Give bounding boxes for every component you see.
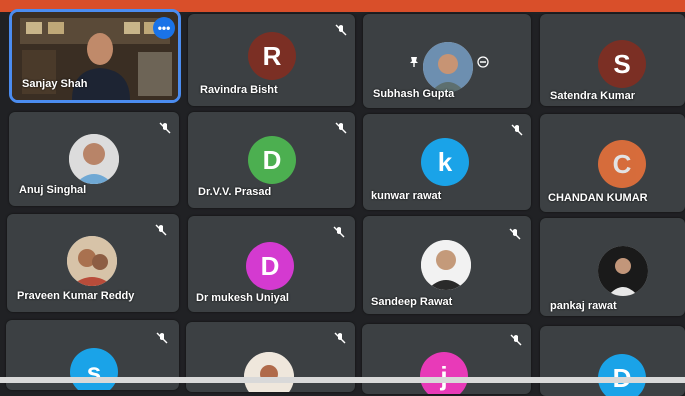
participant-photo [69, 134, 119, 184]
participant-avatar: R [248, 32, 296, 80]
participant-name: Sanjay Shah [22, 78, 88, 90]
mic-off-icon [335, 122, 347, 134]
participant-grid: ••• Sanjay Shah R Ravindra Bisht Subhash… [0, 9, 685, 396]
participant-name: Subhash Gupta [373, 88, 455, 100]
participant-name: Dr.V.V. Prasad [198, 186, 272, 198]
participant-avatar: s [70, 348, 118, 390]
participant-name: pankaj rawat [550, 300, 617, 312]
remove-icon[interactable] [477, 56, 489, 68]
participant-name: Praveen Kumar Reddy [17, 290, 135, 302]
participant-name: Satendra Kumar [550, 90, 635, 102]
participant-name: Dr mukesh Uniyal [196, 292, 289, 304]
participant-tile-anuj-singhal[interactable]: Anuj Singhal [9, 112, 179, 206]
participant-photo [67, 236, 117, 286]
participant-tile-sandeep-rawat[interactable]: Sandeep Rawat [363, 216, 531, 314]
participant-name: Anuj Singhal [19, 184, 87, 196]
bottom-strip [0, 377, 685, 383]
mic-off-icon [333, 226, 345, 238]
participant-tile-chandan-kumar[interactable]: C CHANDAN KUMAR [540, 114, 685, 212]
participant-avatar: D [248, 136, 296, 184]
participant-name: Ravindra Bisht [200, 84, 278, 96]
participant-tile-kunwar-rawat[interactable]: k kunwar rawat [363, 114, 531, 210]
participant-tile-j[interactable]: j [362, 324, 531, 394]
participant-tile-dr-mukesh-uniyal[interactable]: D Dr mukesh Uniyal [188, 216, 355, 312]
participant-tile-satendra-kumar[interactable]: S Satendra Kumar [540, 14, 685, 106]
participant-tile-d[interactable]: D [540, 326, 685, 396]
participant-tile-praveen-kumar-reddy[interactable]: Praveen Kumar Reddy [7, 214, 179, 312]
participant-avatar: D [246, 242, 294, 290]
mic-off-icon [510, 334, 522, 346]
more-options-icon[interactable]: ••• [153, 17, 175, 39]
participant-photo [598, 246, 648, 296]
participant-avatar: C [598, 140, 646, 188]
participant-tile-subhash-gupta[interactable]: Subhash Gupta [363, 14, 531, 108]
participant-avatar: D [598, 354, 646, 396]
mic-off-icon [334, 332, 346, 344]
participant-photo [421, 240, 471, 290]
participant-name: Sandeep Rawat [371, 296, 453, 308]
participant-avatar: S [598, 40, 646, 88]
mic-off-icon [155, 224, 167, 236]
participant-tile-sanjay-shah[interactable]: ••• Sanjay Shah [9, 9, 181, 103]
mic-off-icon [509, 228, 521, 240]
participant-tile-dr-vv-prasad[interactable]: D Dr.V.V. Prasad [188, 112, 355, 208]
pin-icon[interactable] [408, 56, 420, 68]
mic-off-icon [335, 24, 347, 36]
participant-photo [244, 352, 294, 392]
participant-name: CHANDAN KUMAR [548, 192, 648, 204]
participant-avatar: k [421, 138, 469, 186]
mic-off-icon [159, 122, 171, 134]
participant-tile-ravindra-bisht[interactable]: R Ravindra Bisht [188, 14, 355, 106]
mic-off-icon [156, 332, 168, 344]
mic-off-icon [511, 124, 523, 136]
participant-name: kunwar rawat [371, 190, 442, 202]
participant-tile-pankaj-rawat[interactable]: pankaj rawat [540, 218, 685, 316]
participant-photo [423, 42, 473, 92]
participant-avatar: j [420, 352, 468, 394]
